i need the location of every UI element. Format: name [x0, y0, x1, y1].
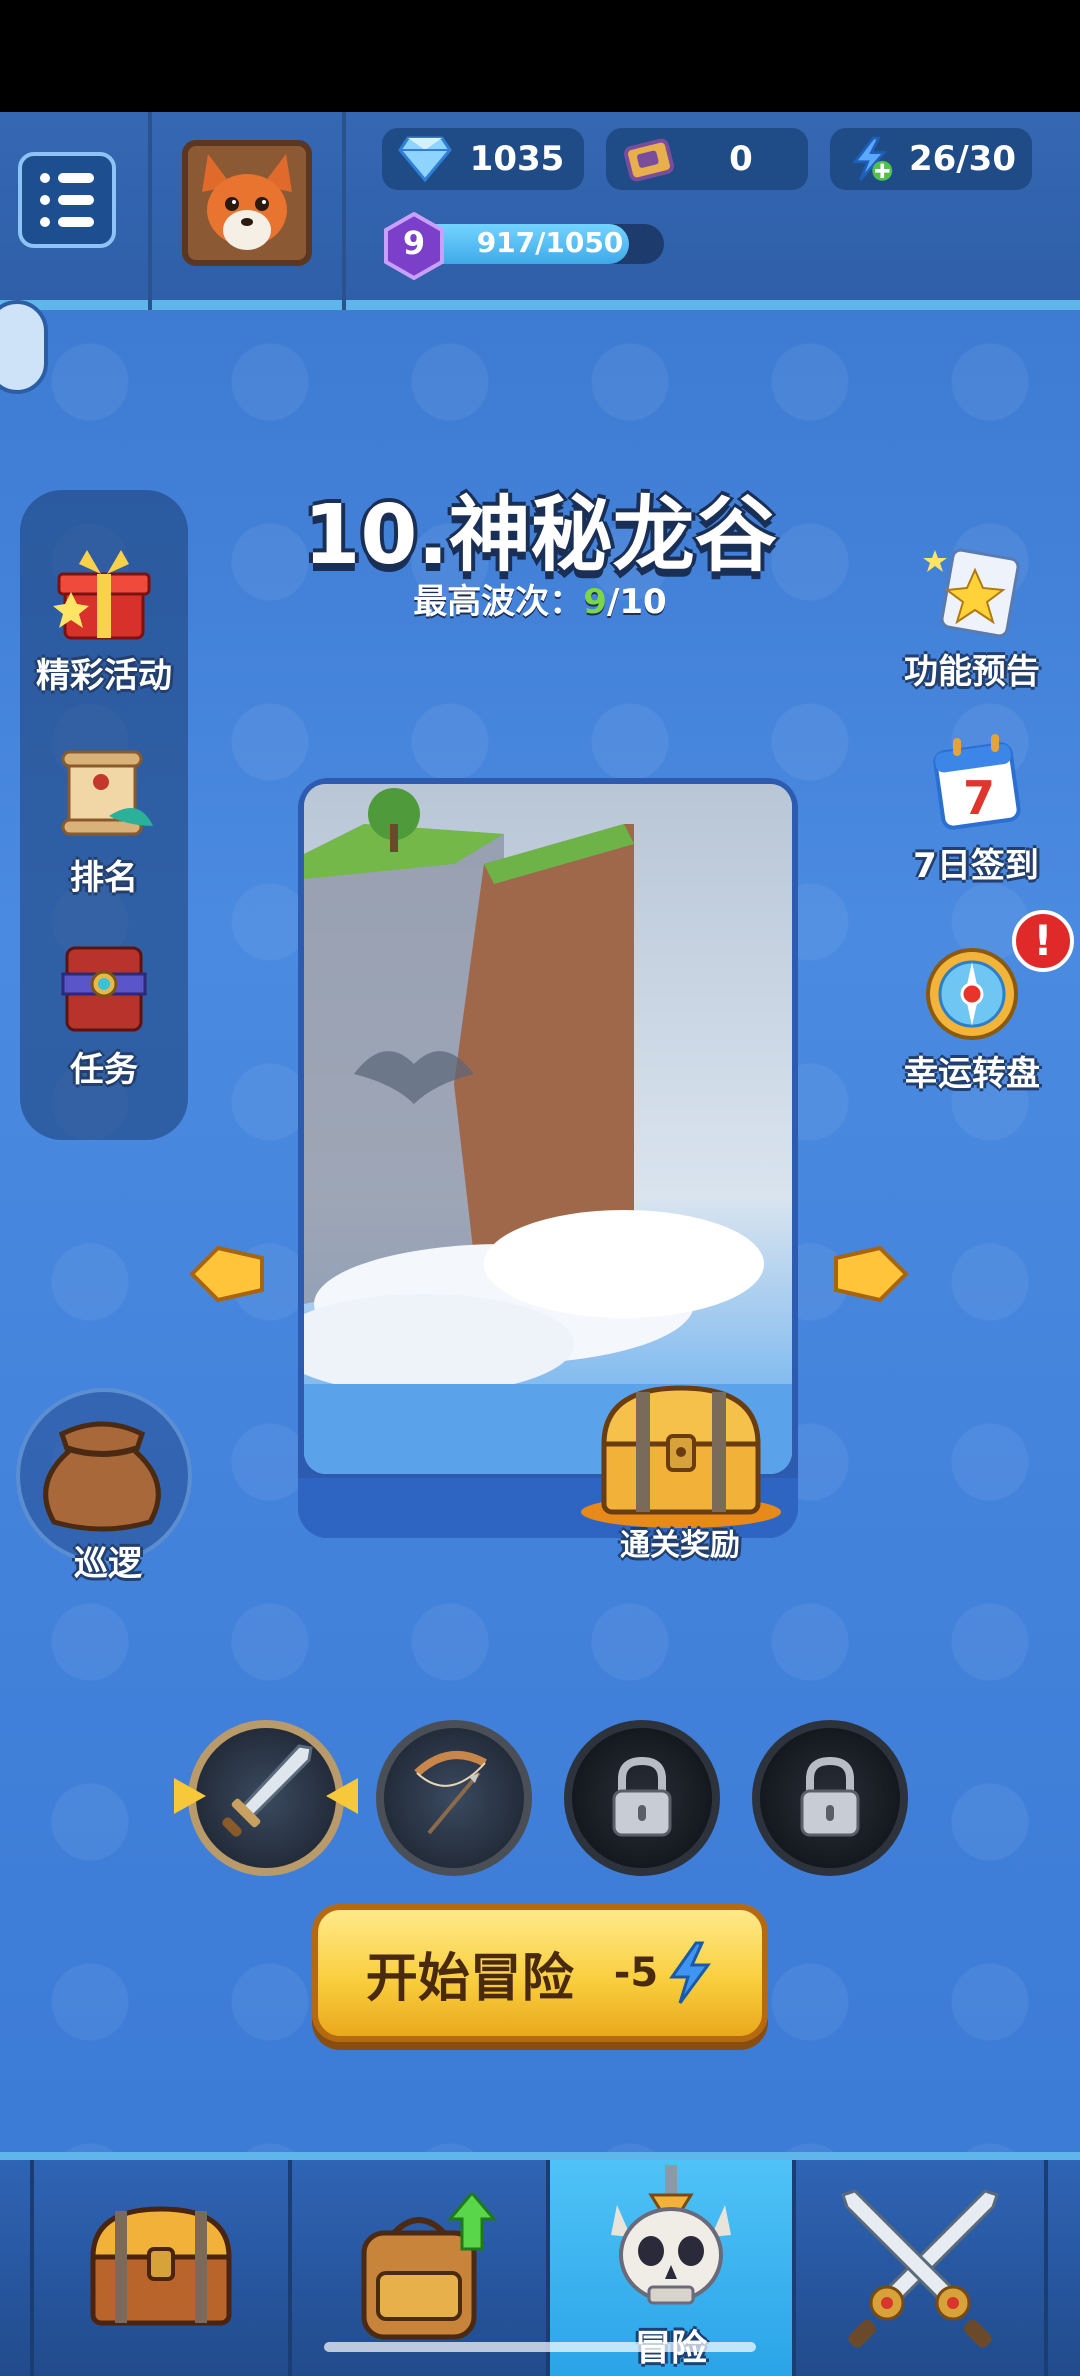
stage-reward-chest-icon[interactable] — [576, 1380, 786, 1530]
lock-icon — [800, 1756, 860, 1837]
energy-cost: -5 — [613, 1950, 659, 1996]
xp-text: 917/1050 — [476, 226, 624, 259]
backpack-icon — [361, 2193, 498, 2340]
side-pull-tab[interactable] — [0, 300, 48, 394]
alert-badge: ! — [1012, 910, 1074, 972]
pouch-icon — [43, 1421, 161, 1532]
diamond-icon — [398, 136, 452, 183]
cliff-valley-illustration — [304, 784, 792, 1474]
feature-daily-checkin[interactable]: 7 7日签到 — [876, 734, 1076, 887]
feature-events[interactable]: 精彩活动 — [4, 544, 204, 697]
weapon-slot-locked[interactable] — [752, 1720, 908, 1876]
feature-label: 任务 — [70, 1050, 138, 1090]
nav-divider — [1044, 2160, 1048, 2376]
energy-bolt-icon — [669, 1941, 712, 2004]
feature-label: 幸运转盘 — [904, 1054, 1040, 1094]
tickets-counter[interactable]: 0 — [606, 128, 808, 190]
player-avatar[interactable] — [182, 140, 312, 266]
nav-tab-shop[interactable] — [34, 2160, 288, 2376]
quest-book-icon — [61, 946, 147, 1032]
player-level: 9 — [402, 224, 426, 262]
energy-value: 26/30 — [908, 139, 1016, 179]
best-wave-total: /10 — [606, 582, 667, 622]
weapon-slot-bow[interactable] — [376, 1720, 532, 1876]
scroll-icon — [61, 750, 153, 836]
start-adventure-label: 开始冒险 — [365, 1948, 574, 2009]
notepad-star-icon — [923, 548, 1020, 638]
feature-label: 排名 — [70, 858, 138, 898]
header-divider — [148, 112, 152, 310]
next-stage-arrow-icon[interactable] — [832, 1244, 910, 1304]
weapon-slot-sword[interactable] — [188, 1720, 344, 1876]
menu-button[interactable] — [18, 152, 116, 248]
best-wave-value: 9 — [583, 582, 607, 622]
ticket-icon — [624, 138, 674, 182]
patrol-label: 巡逻 — [74, 1544, 142, 1584]
gift-box-icon — [53, 550, 151, 640]
fox-avatar-icon — [188, 146, 306, 260]
prev-stage-arrow-icon[interactable] — [188, 1244, 266, 1304]
status-bar — [0, 0, 1080, 112]
feature-ranking[interactable]: 排名 — [4, 746, 204, 899]
best-wave-label: 最高波次： — [413, 582, 584, 622]
start-adventure-button[interactable]: 开始冒险 -5 — [312, 1904, 768, 2042]
sword-icon — [222, 1744, 313, 1837]
stage-reward-label: 通关奖励 — [620, 1528, 740, 1563]
lucky-wheel-icon — [926, 948, 1018, 1040]
feature-preview[interactable]: 功能预告 — [872, 540, 1072, 693]
feature-quests[interactable]: 任务 — [4, 938, 204, 1091]
gems-counter[interactable]: 1035 — [382, 128, 584, 190]
stage-title: 10.神秘龙谷 — [303, 488, 777, 583]
selection-right-arrow-icon — [326, 1778, 358, 1814]
best-wave: 最高波次：9/10 — [340, 574, 740, 623]
energy-counter[interactable]: 26/30 — [830, 128, 1032, 190]
crossed-swords-icon — [841, 2189, 999, 2348]
feature-label: 功能预告 — [904, 652, 1040, 692]
treasure-chest-icon — [90, 2206, 232, 2326]
feature-label: 7日签到 — [913, 846, 1039, 886]
feature-label: 精彩活动 — [36, 656, 172, 696]
gems-value: 1035 — [469, 139, 565, 179]
energy-bolt-icon — [852, 136, 893, 181]
nav-tab-battle[interactable] — [796, 2160, 1044, 2376]
selection-left-arrow-icon — [174, 1778, 206, 1814]
calendar-day: 7 — [963, 771, 995, 825]
stage-image — [304, 784, 792, 1474]
lock-icon — [612, 1756, 672, 1837]
weapon-slot-locked[interactable] — [564, 1720, 720, 1876]
skull-icon — [611, 2165, 731, 2305]
tickets-value: 0 — [729, 139, 753, 179]
header-divider — [342, 112, 346, 310]
calendar-icon: 7 — [933, 734, 1021, 830]
bow-icon — [414, 1751, 487, 1835]
home-indicator — [324, 2342, 756, 2352]
